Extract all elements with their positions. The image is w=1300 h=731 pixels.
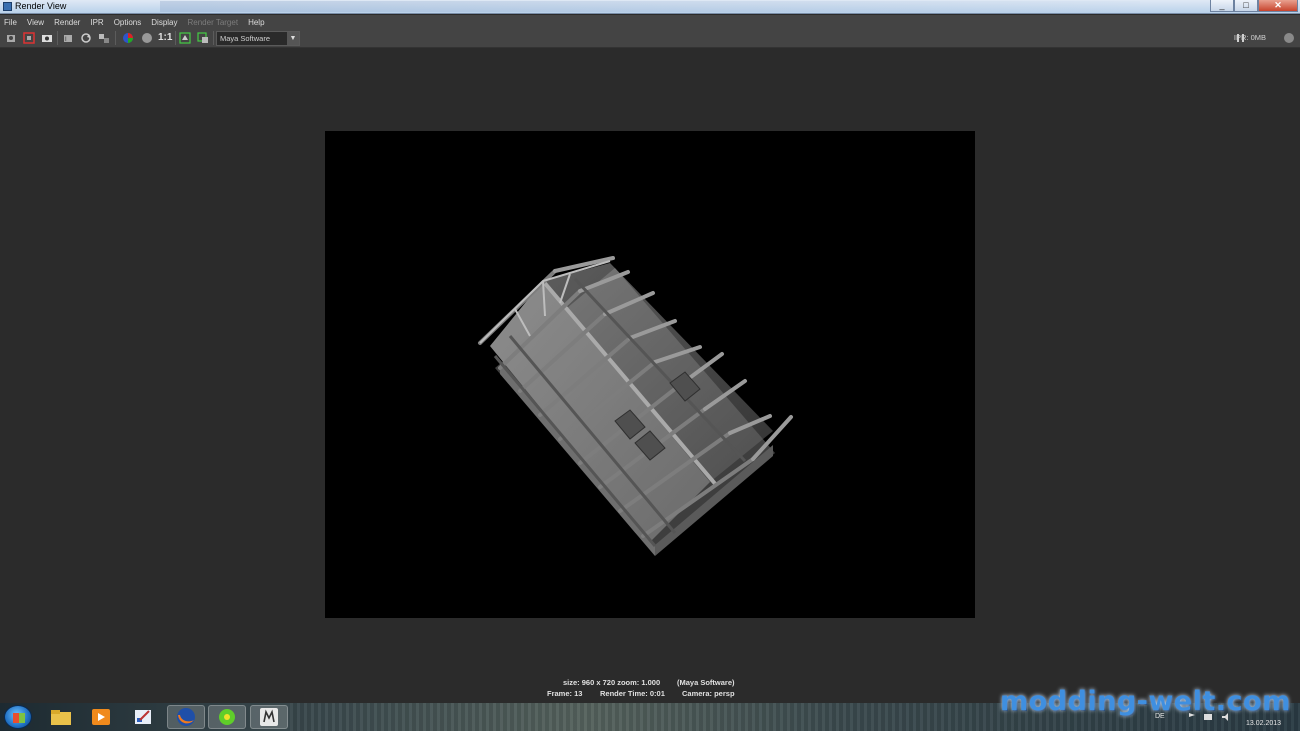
media-player-taskbar-button[interactable] <box>82 705 120 729</box>
refresh-ipr-icon[interactable] <box>79 31 93 45</box>
paint-taskbar-button[interactable] <box>124 705 162 729</box>
menu-display[interactable]: Display <box>151 18 177 27</box>
rgb-channels-icon[interactable] <box>121 31 135 45</box>
render-settings-icon[interactable] <box>97 31 111 45</box>
rendered-image <box>325 131 975 618</box>
keep-image-icon[interactable] <box>178 31 192 45</box>
render-toolbar: I 1:1 Maya Software ▼ IPR: 0MB <box>0 29 1300 48</box>
remove-image-icon[interactable] <box>196 31 210 45</box>
media-player-icon <box>92 709 110 725</box>
ipr-memory-status: IPR: 0MB <box>1233 33 1266 42</box>
render-viewport[interactable]: size: 960 x 720 zoom: 1.000 (Maya Softwa… <box>0 48 1300 703</box>
toolbar-separator <box>213 31 214 45</box>
renderer-dropdown-value: Maya Software <box>220 34 271 43</box>
menu-render[interactable]: Render <box>54 18 80 27</box>
start-button[interactable] <box>4 705 32 729</box>
rendered-house-frame-model <box>478 256 793 556</box>
redo-render-icon[interactable] <box>4 31 18 45</box>
maximize-button[interactable]: □ <box>1234 0 1258 12</box>
menu-options[interactable]: Options <box>114 18 142 27</box>
snapshot-camera-icon[interactable] <box>40 31 54 45</box>
menu-help[interactable]: Help <box>248 18 264 27</box>
toolbar-separator <box>57 31 58 45</box>
render-region-icon[interactable] <box>22 31 36 45</box>
maya-app-icon <box>3 2 12 11</box>
firefox-taskbar-button[interactable] <box>167 705 205 729</box>
renderer-dropdown[interactable]: Maya Software ▼ <box>216 31 300 46</box>
window-titlebar[interactable]: Render View _ □ ✕ <box>0 0 1300 14</box>
background-window-ghost <box>160 1 1140 12</box>
close-button[interactable]: ✕ <box>1258 0 1298 12</box>
maya-taskbar-button[interactable] <box>250 705 288 729</box>
icq-flower-icon <box>219 709 235 725</box>
chevron-down-icon: ▼ <box>287 32 299 45</box>
render-renderer-info: (Maya Software) <box>677 678 735 687</box>
render-time-info: Render Time: 0:01 <box>600 689 665 698</box>
firefox-icon <box>177 708 195 726</box>
tray-date[interactable]: 13.02.2013 <box>1246 720 1281 727</box>
toolbar-separator <box>175 31 176 45</box>
real-size-button[interactable]: 1:1 <box>158 31 172 45</box>
render-camera-info: Camera: persp <box>682 689 735 698</box>
icq-taskbar-button[interactable] <box>208 705 246 729</box>
explorer-taskbar-button[interactable] <box>42 705 80 729</box>
ipr-render-icon[interactable]: I <box>61 31 75 45</box>
alpha-channel-icon[interactable] <box>140 31 154 45</box>
menu-bar: File View Render IPR Options Display Ren… <box>0 15 1300 29</box>
watermark-logo-text: modding-welt.com <box>1000 686 1291 717</box>
render-size-info: size: 960 x 720 zoom: 1.000 <box>563 678 661 687</box>
render-frame-info: Frame: 13 <box>547 689 583 698</box>
ipr-status-indicator-icon <box>1284 33 1294 43</box>
menu-ipr[interactable]: IPR <box>90 18 103 27</box>
paint-icon <box>135 710 151 724</box>
minimize-button[interactable]: _ <box>1210 0 1234 12</box>
folder-icon <box>51 710 71 725</box>
windows-logo-icon <box>13 713 25 723</box>
window-title: Render View <box>15 1 67 11</box>
toolbar-separator <box>115 31 116 45</box>
menu-view[interactable]: View <box>27 18 44 27</box>
maya-icon <box>260 708 278 726</box>
menu-render-target: Render Target <box>187 17 239 27</box>
menu-file[interactable]: File <box>4 18 17 27</box>
